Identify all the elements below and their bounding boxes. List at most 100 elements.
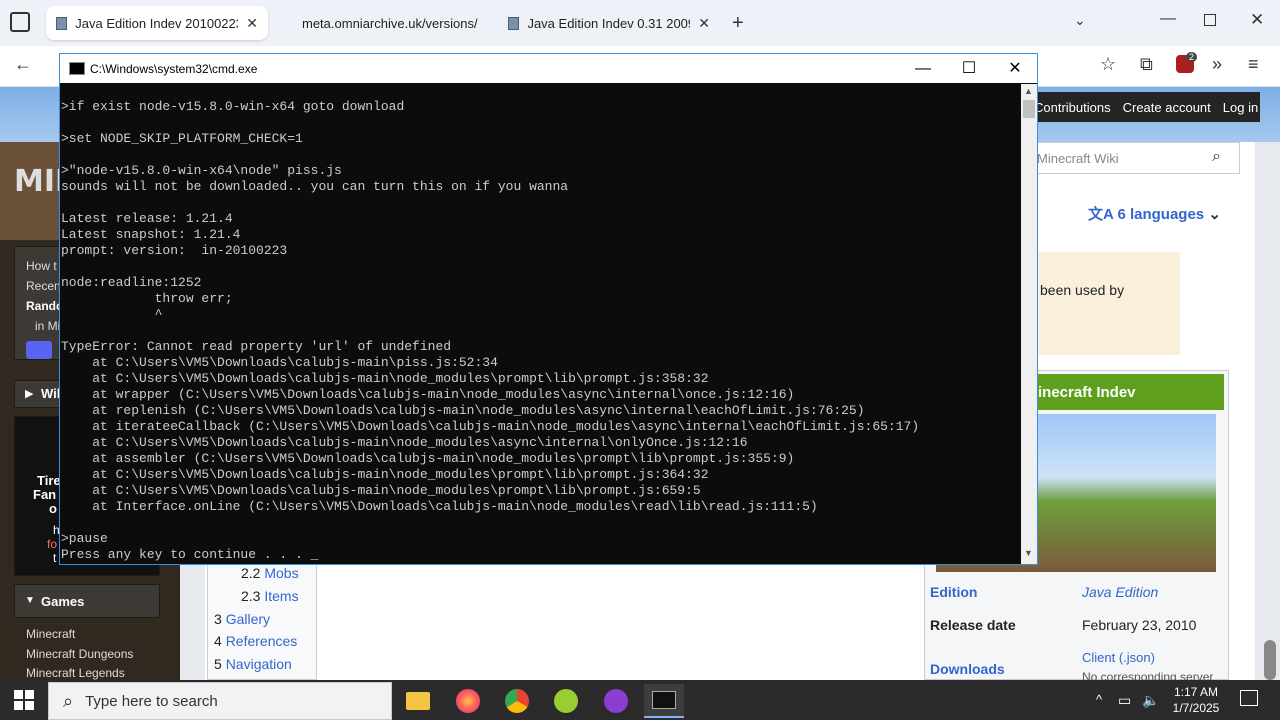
file-explorer-icon[interactable]: [398, 684, 438, 718]
menu-icon[interactable]: ≡: [1248, 54, 1259, 75]
console-line: at wrapper (C:\Users\VM5\Downloads\calub…: [61, 387, 795, 402]
network-icon[interactable]: ▭: [1118, 692, 1131, 709]
clock-time: 1:17 AM: [1173, 685, 1219, 699]
tray-chevron-icon[interactable]: ^: [1096, 692, 1102, 707]
promo-text: o: [49, 501, 57, 516]
contributions-link[interactable]: Contributions: [1034, 100, 1111, 115]
search-icon: ⌕: [63, 690, 74, 711]
restore-icon[interactable]: [1204, 14, 1216, 26]
language-button[interactable]: 文A 6 languages ⌄: [1088, 203, 1221, 224]
console-line: >"node-v15.8.0-win-x64\node" piss.js: [61, 163, 342, 178]
scroll-down-icon[interactable]: ▼: [1024, 548, 1033, 558]
page-scrollbar[interactable]: [1264, 640, 1276, 680]
games-header[interactable]: ▼ Games: [14, 584, 160, 618]
back-arrow-icon[interactable]: ←: [14, 54, 32, 75]
console-line: at C:\Users\VM5\Downloads\calubjs-main\n…: [61, 371, 709, 386]
discord-icon[interactable]: [26, 341, 52, 359]
toc-item[interactable]: 2.3 Items: [241, 588, 299, 604]
toc-number: 5: [214, 656, 222, 672]
maximize-button[interactable]: ☐: [946, 54, 992, 83]
cmd-scrollbar[interactable]: ▲ ▼: [1021, 84, 1037, 564]
clock-date: 1/7/2025: [1172, 701, 1220, 715]
chrome-icon[interactable]: [497, 684, 537, 718]
chevron-right-double-icon[interactable]: »: [1212, 54, 1222, 75]
sidebar-link[interactable]: in Mi: [35, 319, 60, 333]
privacy-browser-icon[interactable]: [596, 684, 636, 718]
infobox-value: February 23, 2010: [1082, 617, 1197, 633]
toc-item[interactable]: 3 Gallery: [214, 611, 270, 627]
minimize-icon[interactable]: —: [1160, 10, 1176, 28]
new-tab-button[interactable]: +: [732, 12, 744, 35]
console-line: Press any key to continue . . . _: [61, 547, 319, 561]
language-label: 6 languages: [1117, 206, 1205, 223]
triangle-down-icon: ▼: [25, 595, 35, 606]
wiki-search-input[interactable]: Minecraft Wiki: [1030, 142, 1240, 174]
search-placeholder: Type here to search: [85, 692, 218, 710]
console-line: at C:\Users\VM5\Downloads\calubjs-main\n…: [61, 467, 709, 482]
terminal-icon[interactable]: [644, 684, 684, 718]
console-line: Latest release: 1.21.4: [61, 211, 233, 226]
login-link[interactable]: Log in: [1223, 100, 1258, 115]
cmd-scroll-thumb[interactable]: [1023, 100, 1035, 118]
toc-item[interactable]: 4 References: [214, 633, 297, 649]
infobox-label: Release date: [930, 617, 1016, 633]
create-account-link[interactable]: Create account: [1123, 100, 1211, 115]
games-link[interactable]: Minecraft Legends: [26, 666, 125, 680]
close-icon[interactable]: ✕: [246, 15, 258, 32]
close-button[interactable]: ✕: [992, 54, 1038, 83]
promo-text: fo: [47, 537, 58, 551]
cube-icon: [508, 16, 520, 30]
translate-icon: 文A: [1088, 206, 1118, 223]
console-line: prompt: version: in-20100223: [61, 243, 288, 258]
toc-label: Mobs: [264, 565, 299, 581]
infobox-value[interactable]: Client (.json): [1082, 650, 1155, 665]
cmd-title-bar[interactable]: C:\Windows\system32\cmd.exe — ☐ ✕: [60, 54, 1037, 83]
app-icon[interactable]: [546, 684, 586, 718]
console-line: TypeError: Cannot read property 'url' of…: [61, 339, 452, 354]
chevron-down-icon[interactable]: ⌄: [1074, 12, 1086, 29]
clock[interactable]: 1:17 AM 1/7/2025: [1165, 684, 1227, 716]
volume-icon[interactable]: 🔈: [1142, 692, 1159, 709]
notice-box: been used by: [1038, 252, 1180, 355]
sidebar-link[interactable]: Recen: [26, 279, 61, 293]
infobox-label[interactable]: Downloads: [930, 661, 1005, 677]
notifications-icon[interactable]: [1240, 690, 1258, 706]
browser-tab[interactable]: meta.omniarchive.uk/versions/: [292, 6, 488, 40]
games-link[interactable]: Minecraft Dungeons: [26, 647, 133, 661]
start-button[interactable]: [14, 690, 34, 710]
wiki-user-links: Contributions Create account Log in: [1030, 92, 1260, 122]
console-line: at C:\Users\VM5\Downloads\calubjs-main\n…: [61, 435, 748, 450]
toc-number: 2.3: [241, 588, 261, 604]
extensions-icon[interactable]: ⧉: [1140, 54, 1153, 75]
console-line: node:readline:1252: [61, 275, 202, 290]
minimize-button[interactable]: —: [900, 54, 946, 83]
close-window-icon[interactable]: ✕: [1250, 10, 1264, 30]
taskbar-search[interactable]: ⌕ Type here to search: [48, 682, 392, 720]
bookmark-star-icon[interactable]: ☆: [1100, 54, 1116, 75]
infobox-value[interactable]: Java Edition: [1082, 584, 1158, 600]
toc-item[interactable]: 2.2 Mobs: [241, 565, 299, 581]
firefox-icon[interactable]: [448, 684, 488, 718]
search-icon[interactable]: ⌕: [1212, 148, 1221, 166]
toc-label: References: [225, 633, 298, 649]
close-icon[interactable]: ✕: [698, 15, 710, 32]
promo-text: t: [53, 551, 57, 565]
scroll-up-icon[interactable]: ▲: [1024, 86, 1033, 96]
infobox-label[interactable]: Edition: [930, 584, 977, 600]
toc-number: 3: [214, 611, 222, 627]
toc-item[interactable]: 5 Navigation: [214, 656, 292, 672]
console-output[interactable]: >if exist node-v15.8.0-win-x64 goto down…: [61, 99, 1021, 561]
console-line: throw err;: [61, 291, 233, 306]
tab-title: Java Edition Indev 20100223 – M: [75, 15, 239, 31]
sidebar-link[interactable]: Rando: [26, 299, 63, 313]
tab-overview-icon[interactable]: [10, 12, 30, 32]
browser-tab[interactable]: Java Edition Indev 0.31 2009122 ✕: [498, 6, 720, 40]
games-link[interactable]: Minecraft: [26, 627, 75, 641]
console-line: >if exist node-v15.8.0-win-x64 goto down…: [61, 99, 405, 114]
browser-tab[interactable]: Java Edition Indev 20100223 – M ✕: [46, 6, 268, 40]
sidebar-link[interactable]: How t: [26, 259, 57, 273]
